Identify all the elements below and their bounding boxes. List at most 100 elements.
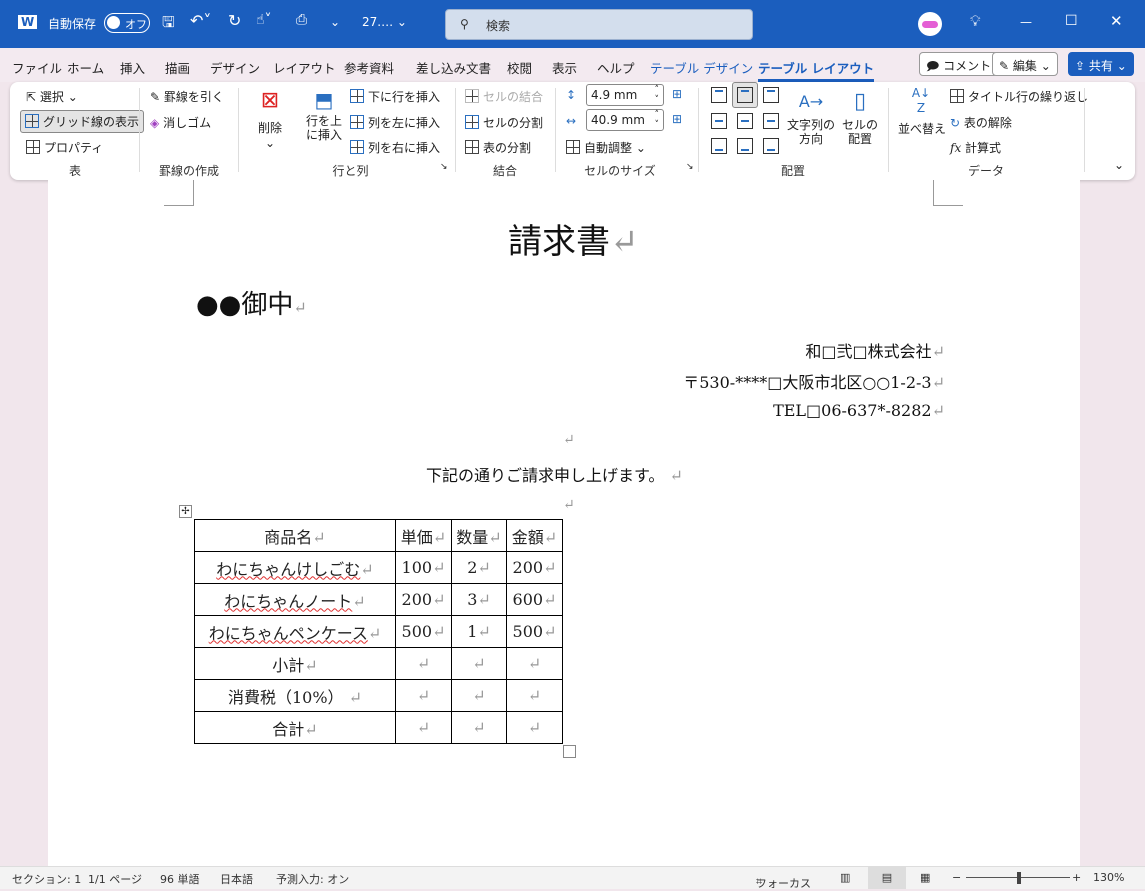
tab-insert[interactable]: 挿入 [120, 58, 145, 77]
table-move-handle-icon[interactable]: ✢ [179, 505, 192, 518]
align-top-left-icon[interactable] [711, 87, 727, 103]
minimize-button[interactable]: — [1020, 15, 1032, 29]
distribute-columns-icon[interactable]: ⊞ [672, 112, 682, 126]
redo-icon[interactable]: ↻ [228, 11, 241, 30]
select-button[interactable]: ⇱ 選択 ⌄ [26, 88, 78, 105]
table-row: 合計↵ ↵ ↵ ↵ [194, 711, 563, 744]
collapse-ribbon-icon[interactable]: ⌄ [1114, 158, 1124, 172]
crop-mark [164, 180, 194, 206]
zoom-in-button[interactable]: + [1072, 871, 1081, 884]
status-page[interactable]: 1/1 ページ [88, 871, 142, 887]
comment-label: コメント [943, 59, 992, 73]
table-resize-handle[interactable] [563, 745, 576, 758]
save-icon[interactable]: 🖫 [162, 12, 175, 37]
close-button[interactable]: ✕ [1110, 12, 1123, 30]
group-label-data: データ [967, 164, 1004, 178]
insert-above-label-1: 行を上 [305, 114, 342, 128]
cell-size-launcher-icon[interactable]: ↘ [686, 162, 694, 172]
insert-below-button[interactable]: 下に行を挿入 [350, 88, 440, 105]
align-middle-center-icon[interactable] [737, 113, 753, 129]
sort-button[interactable]: A↓ Z 並べ替え [898, 86, 946, 137]
zoom-level[interactable]: 130% [1093, 871, 1124, 884]
tab-review[interactable]: 校閲 [507, 58, 532, 77]
distribute-rows-icon[interactable]: ⊞ [672, 87, 682, 101]
align-bottom-center-icon[interactable] [737, 138, 753, 154]
tab-home[interactable]: ホーム [67, 58, 104, 77]
doc-address[interactable]: 〒530-****□大阪市北区○○1-2-3↵ [683, 369, 945, 393]
autosave-toggle[interactable]: オフ [104, 13, 150, 33]
group-label-draw: 罫線の作成 [158, 164, 219, 178]
insert-left-button[interactable]: 列を左に挿入 [350, 114, 440, 131]
align-middle-right-icon[interactable] [763, 113, 779, 129]
text-direction-button[interactable]: A→ 文字列の 方向 [786, 86, 836, 146]
table-row: わにちゃんけしごむ↵ 100↵ 2↵ 200↵ [194, 551, 563, 584]
align-bottom-right-icon[interactable] [763, 138, 779, 154]
column-width-input[interactable]: 40.9 mm ˄ ˅ [586, 109, 664, 131]
avatar[interactable] [918, 12, 942, 36]
status-predictive[interactable]: 予測入力: オン [276, 871, 349, 887]
status-language[interactable]: 日本語 [220, 871, 253, 887]
touch-mode-icon[interactable]: ☝˅ [256, 12, 272, 28]
text-direction-label-1: 文字列の [786, 118, 835, 132]
insert-above-button[interactable]: ⬒ 行を上 に挿入 [302, 86, 346, 142]
tab-help[interactable]: ヘルプ [597, 58, 635, 77]
insert-below-label: 下に行を挿入 [368, 90, 441, 104]
zoom-out-button[interactable]: − [952, 871, 961, 884]
sort-icon: A↓ Z [911, 86, 931, 115]
cell-margins-button[interactable]: ▯ セルの 配置 [840, 86, 880, 146]
split-table-label: 表の分割 [483, 141, 532, 155]
maximize-button[interactable]: ☐ [1065, 13, 1078, 29]
convert-to-text-button[interactable]: ↻ 表の解除 [950, 114, 1012, 131]
align-top-center-icon[interactable] [737, 87, 753, 103]
invoice-table[interactable]: 商品名↵ 単価↵ 数量↵ 金額↵ わにちゃんけしごむ↵ 100↵ 2↵ 200↵ わに… [194, 519, 563, 744]
split-table-button[interactable]: 表の分割 [465, 139, 531, 156]
text-direction-icon: A→ [798, 92, 824, 111]
pencil-icon: ✎ [999, 59, 1010, 73]
share-button[interactable]: ⇪ 共有 ⌄ [1068, 52, 1134, 76]
status-words[interactable]: 96 単語 [160, 871, 200, 887]
draw-table-button[interactable]: ✎ 罫線を引く [150, 88, 224, 105]
tab-view[interactable]: 表示 [552, 58, 577, 77]
tab-design[interactable]: デザイン [210, 58, 260, 77]
doc-tel[interactable]: TEL□06-637*-8282↵ [773, 401, 945, 420]
delete-button[interactable]: ⊠ 削除 ⌄ [250, 88, 290, 150]
align-top-right-icon[interactable] [763, 87, 779, 103]
tab-references[interactable]: 参考資料 [344, 58, 394, 77]
customize-toolbar-icon[interactable]: ⌄ [330, 15, 340, 29]
web-layout-icon[interactable]: ▦ [920, 871, 930, 884]
zoom-slider-thumb[interactable] [1017, 872, 1021, 884]
align-middle-left-icon[interactable] [711, 113, 727, 129]
undo-icon[interactable]: ↶˅ [190, 11, 211, 30]
print-layout-icon[interactable]: ▤ [868, 867, 906, 889]
autosave-label: 自動保存 [48, 17, 97, 31]
print-preview-icon[interactable]: ⎙ [296, 12, 307, 28]
tab-layout[interactable]: レイアウト [273, 58, 336, 77]
search-box[interactable]: ⚲ 検索 [445, 9, 753, 40]
split-cells-button[interactable]: セルの分割 [465, 114, 543, 131]
status-bar: セクション: 1 1/1 ページ 96 単語 日本語 予測入力: オン ⌗ フォ… [0, 866, 1145, 890]
doc-recipient[interactable]: ●●御中↵ [196, 284, 307, 321]
tab-table-layout[interactable]: テーブル レイアウト [758, 58, 875, 82]
tab-draw[interactable]: 描画 [165, 58, 190, 77]
align-bottom-left-icon[interactable] [711, 138, 727, 154]
row-height-input[interactable]: 4.9 mm ˄ ˅ [586, 84, 664, 106]
edit-mode-button[interactable]: ✎ 編集 ⌄ [992, 52, 1058, 76]
tab-file[interactable]: ファイル [12, 58, 62, 77]
properties-button[interactable]: プロパティ [26, 139, 103, 156]
insert-right-button[interactable]: 列を右に挿入 [350, 139, 440, 156]
doc-title[interactable]: 請求書↵ [508, 214, 639, 263]
tab-table-design[interactable]: テーブル デザイン [650, 58, 753, 77]
comment-button[interactable]: 🗩 コメント [919, 52, 999, 76]
doc-intro[interactable]: 下記の通りご請求申し上げます。 ↵ [426, 462, 683, 486]
view-gridlines-button[interactable]: グリッド線の表示 [20, 110, 145, 133]
eraser-button[interactable]: ◈ 消しゴム [150, 114, 211, 131]
formula-button[interactable]: fx 計算式 [950, 139, 1001, 156]
autofit-button[interactable]: 自動調整 ⌄ [566, 139, 646, 156]
doc-company[interactable]: 和□弐□株式会社↵ [805, 338, 945, 362]
filename[interactable]: 27.… ⌄ [362, 15, 407, 29]
read-mode-icon[interactable]: ▥ [840, 871, 850, 884]
repeat-header-button[interactable]: タイトル行の繰り返し [950, 88, 1088, 105]
lightbulb-icon[interactable]: 💡︎ [970, 12, 981, 30]
tab-mailings[interactable]: 差し込み文書 [416, 58, 491, 77]
rows-cols-launcher-icon[interactable]: ↘ [440, 162, 448, 172]
